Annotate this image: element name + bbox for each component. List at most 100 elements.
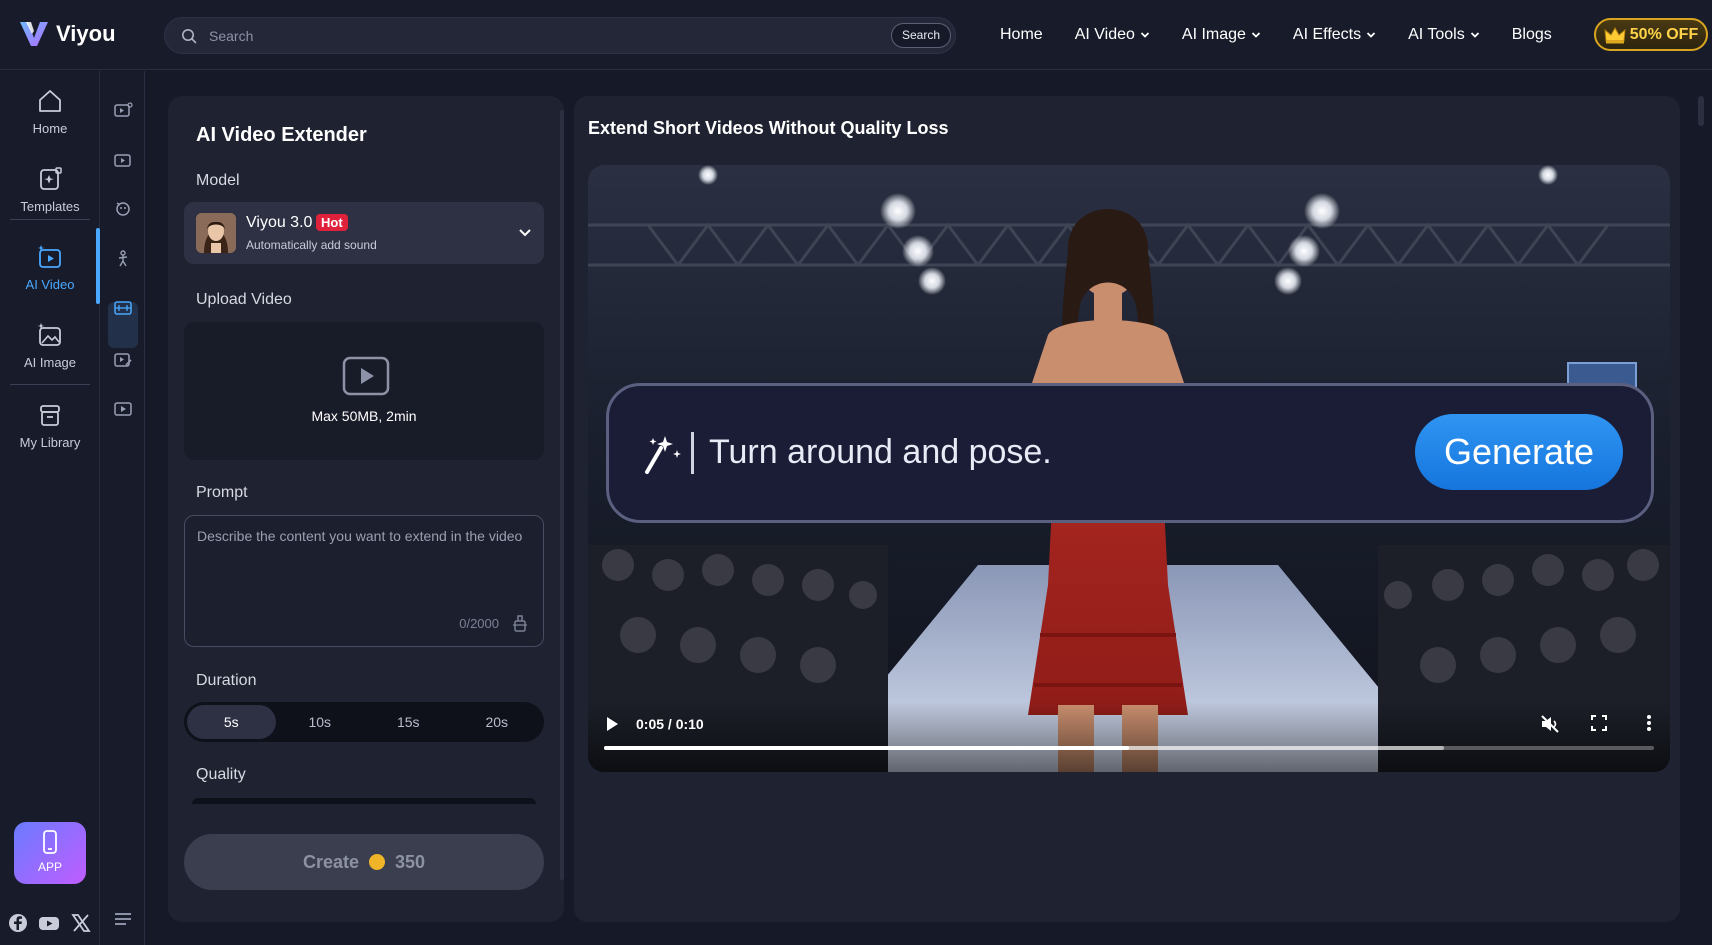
nav-label: AI Tools	[1408, 26, 1465, 43]
rail-divider	[10, 384, 90, 385]
video-upload-dropzone[interactable]: Max 50MB, 2min	[184, 322, 544, 460]
chevron-down-icon	[519, 229, 531, 237]
nav-label: AI Effects	[1292, 26, 1362, 43]
clear-icon[interactable]	[511, 613, 529, 633]
dance-icon[interactable]	[113, 249, 133, 269]
top-header: Viyou Search Home AI Video AI Image AI E…	[0, 0, 1712, 70]
x-icon[interactable]	[70, 913, 92, 933]
video-controls: 0:05 / 0:10	[588, 702, 1670, 772]
search-icon	[182, 29, 197, 44]
hot-badge: Hot	[316, 214, 348, 231]
rail-label: Home	[32, 121, 68, 136]
duration-option-15s[interactable]: 15s	[364, 705, 453, 739]
model-subtitle: Automatically add sound	[246, 238, 377, 252]
model-avatar	[196, 213, 236, 253]
play-icon[interactable]	[604, 716, 620, 732]
video-extender-icon[interactable]	[113, 298, 133, 318]
left-rail: Home Templates AI Video AI Image My Libr…	[0, 71, 100, 945]
nav-label: AI Video	[1074, 26, 1135, 43]
nav-label: Blogs	[1511, 26, 1552, 43]
prompt-textarea[interactable]	[197, 528, 533, 608]
video-play-icon[interactable]	[113, 399, 133, 419]
fullscreen-icon[interactable]	[1590, 714, 1608, 732]
video-edit-icon[interactable]	[113, 350, 133, 370]
video-player[interactable]: Turn around and pose. Generate 0:05 / 0:…	[588, 165, 1670, 772]
preview-title: Extend Short Videos Without Quality Loss	[588, 118, 949, 138]
rail-label: Templates	[20, 199, 80, 214]
templates-icon	[40, 167, 62, 190]
crown-icon	[1604, 26, 1626, 43]
video-upload-icon	[342, 356, 390, 396]
mute-icon[interactable]	[1540, 714, 1560, 734]
overlay-prompt-text: Turn around and pose.	[709, 433, 1052, 471]
duration-selector: 5s 10s 15s 20s	[184, 702, 544, 742]
chevron-down-icon	[1470, 32, 1479, 38]
time-display: 0:05 / 0:10	[636, 716, 704, 732]
prompt-demo-overlay: Turn around and pose. Generate	[606, 383, 1654, 523]
panel-title: AI Video Extender	[196, 124, 367, 146]
rail-item-home[interactable]: Home	[0, 87, 100, 136]
nav-ai-effects[interactable]: AI Effects	[1293, 26, 1376, 44]
nav-home[interactable]: Home	[1000, 26, 1043, 44]
nav-ai-tools[interactable]: AI Tools	[1408, 26, 1480, 44]
search-button[interactable]: Search	[890, 23, 951, 48]
magic-wand-icon	[645, 436, 681, 474]
logo[interactable]: Viyou	[18, 18, 116, 50]
top-nav: Home AI Video AI Image AI Effects AI Too…	[1000, 0, 1552, 70]
ai-video-icon	[37, 245, 61, 268]
video-chat-icon[interactable]	[113, 151, 133, 171]
page-scrollbar[interactable]	[1698, 96, 1704, 126]
rail-item-ai-video[interactable]: AI Video	[0, 243, 100, 292]
nav-ai-video[interactable]: AI Video	[1075, 26, 1150, 44]
upload-hint: Max 50MB, 2min	[311, 408, 417, 424]
rail-item-templates[interactable]: Templates	[0, 165, 100, 214]
youtube-icon[interactable]	[38, 913, 60, 933]
chevron-down-icon	[1251, 32, 1261, 38]
rail-item-my-library[interactable]: My Library	[0, 401, 100, 450]
model-avatar-image	[196, 213, 236, 253]
offer-label: 50% OFF	[1629, 25, 1699, 43]
create-cost: 350	[394, 851, 426, 872]
search-input[interactable]	[209, 18, 849, 53]
tool-sub-rail	[101, 71, 145, 945]
quality-selector[interactable]	[192, 798, 536, 804]
create-label: Create	[302, 851, 359, 872]
duration-option-20s[interactable]: 20s	[453, 705, 542, 739]
nav-blogs[interactable]: Blogs	[1512, 26, 1552, 44]
prompt-box: 0/2000	[184, 515, 544, 647]
duration-option-10s[interactable]: 10s	[276, 705, 365, 739]
app-download-button[interactable]: APP	[14, 822, 86, 884]
facebook-icon[interactable]	[7, 913, 29, 933]
rail-item-ai-image[interactable]: AI Image	[0, 321, 100, 370]
rail-label: AI Image	[23, 355, 77, 370]
model-name: Viyou 3.0	[246, 214, 313, 231]
coin-icon	[368, 854, 385, 870]
upload-label: Upload Video	[196, 291, 292, 308]
preview-panel: Extend Short Videos Without Quality Loss	[574, 96, 1680, 922]
active-indicator	[96, 228, 100, 304]
chevron-down-icon	[1366, 32, 1376, 38]
search-bar: Search	[164, 17, 956, 54]
progress-fill	[604, 746, 1129, 750]
progress-bar[interactable]	[604, 746, 1654, 750]
rail-label: My Library	[19, 435, 81, 450]
overlay-separator	[691, 432, 694, 474]
video-effect-icon[interactable]	[113, 100, 133, 120]
more-options-icon[interactable]	[1646, 714, 1652, 732]
panel-scrollbar[interactable]	[560, 110, 564, 880]
menu-icon[interactable]	[112, 909, 134, 929]
duration-label: Duration	[196, 672, 257, 689]
nav-ai-image[interactable]: AI Image	[1182, 26, 1261, 44]
logo-text: Viyou	[56, 21, 116, 46]
extender-form-panel: AI Video Extender Model Viyou 3.0 Hot Au…	[168, 96, 564, 922]
quality-label: Quality	[196, 766, 246, 783]
duration-option-5s[interactable]: 5s	[187, 705, 276, 739]
ai-image-icon	[37, 323, 61, 346]
home-icon	[39, 90, 61, 112]
model-select[interactable]: Viyou 3.0 Hot Automatically add sound	[184, 202, 544, 264]
create-button[interactable]: Create 350	[184, 834, 544, 890]
offer-button[interactable]: 50% OFF	[1594, 18, 1708, 51]
generate-button: Generate	[1415, 414, 1623, 490]
face-swap-icon[interactable]	[113, 199, 133, 219]
nav-label: Home	[1000, 26, 1043, 43]
